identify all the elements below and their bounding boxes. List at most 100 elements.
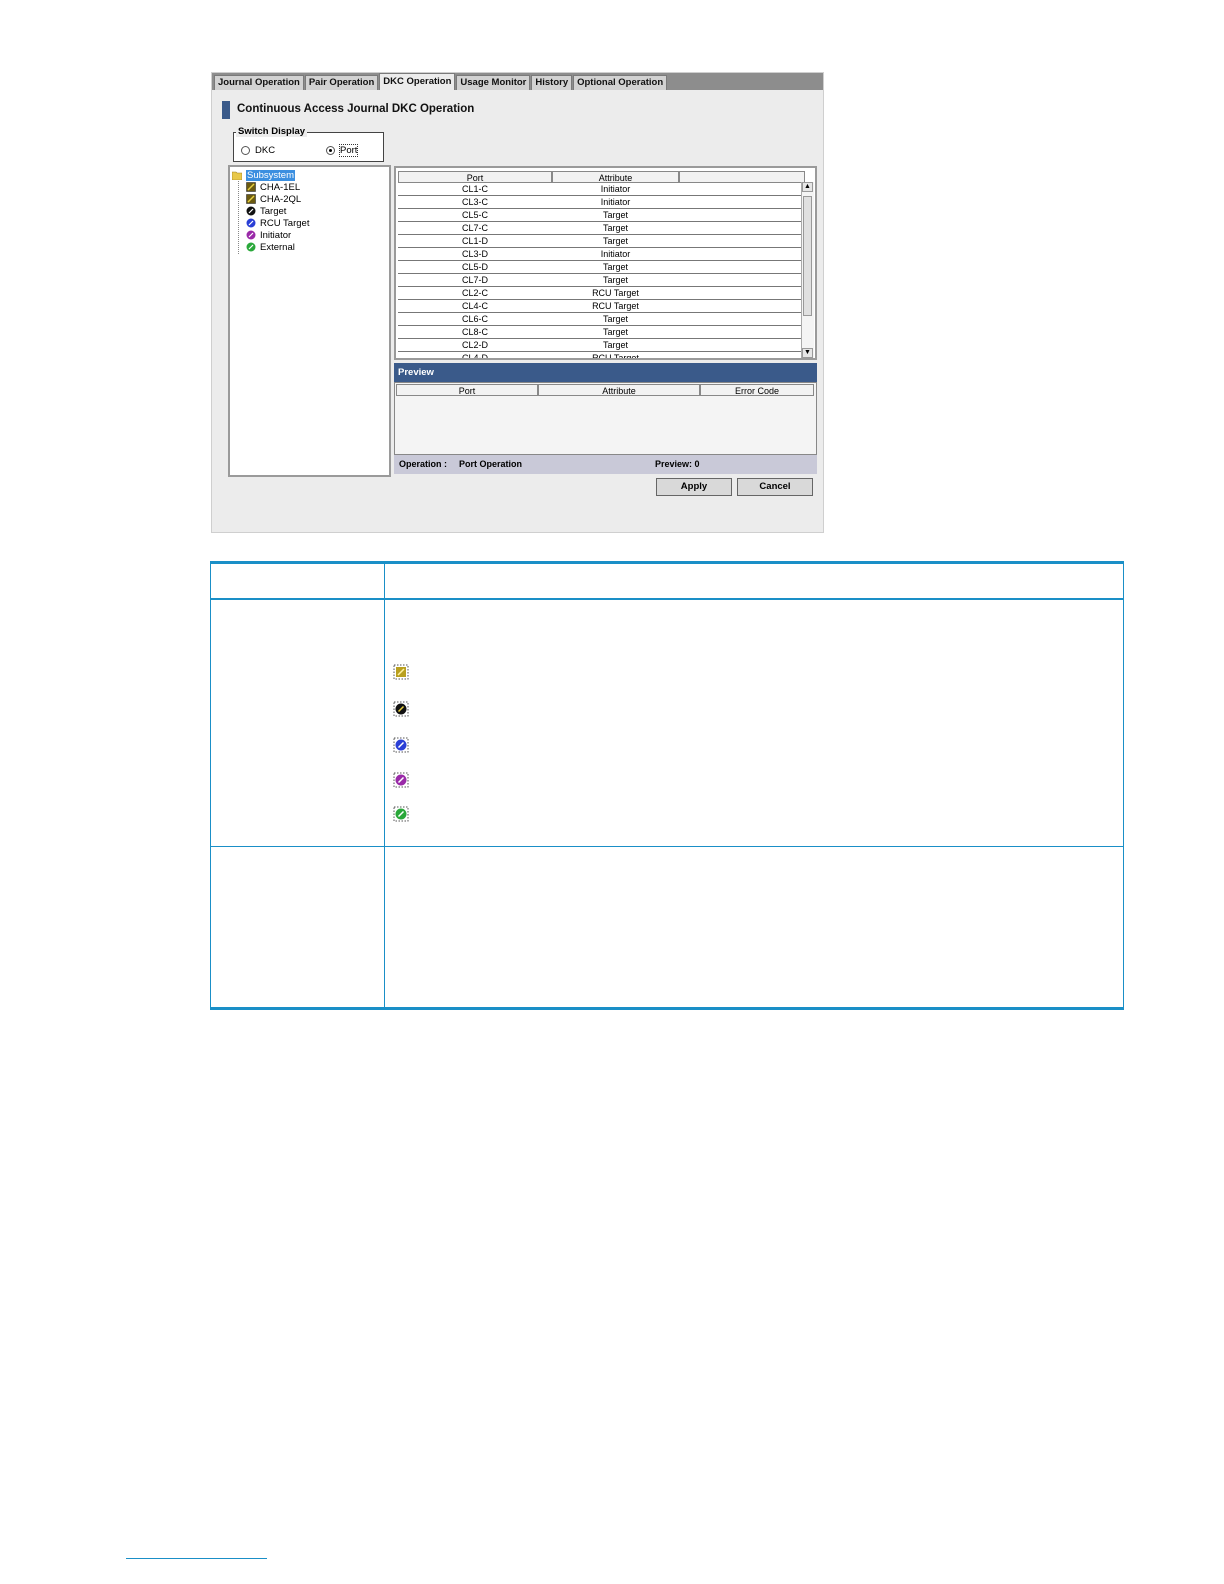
tree-item-label: CHA-2QL [260, 193, 302, 205]
scroll-up-icon[interactable]: ▲ [802, 182, 813, 192]
table-row[interactable]: CL2-C RCU Target [398, 287, 802, 300]
tree-item-label: External [260, 241, 295, 253]
tab-usage-monitor[interactable]: Usage Monitor [456, 75, 531, 90]
cell-port: CL7-C [461, 223, 488, 233]
preview-column-error-code[interactable]: Error Code [700, 384, 814, 396]
tab-bar: Journal Operation Pair Operation DKC Ope… [212, 73, 823, 90]
column-header-port[interactable]: Port [398, 171, 552, 183]
tree-item-external[interactable]: External [246, 241, 295, 253]
screenshot-window: Journal Operation Pair Operation DKC Ope… [211, 72, 824, 533]
tree-item-initiator[interactable]: Initiator [246, 229, 291, 241]
preview-column-port[interactable]: Port [396, 384, 538, 396]
radio-dkc-label: DKC [255, 145, 276, 156]
tree-item-subsystem[interactable]: Subsystem [232, 169, 295, 181]
tab-history[interactable]: History [531, 75, 573, 90]
cell-attribute: Target [602, 262, 628, 272]
table-top-rule [210, 561, 1124, 564]
cancel-button[interactable]: Cancel [737, 478, 813, 496]
apply-button[interactable]: Apply [656, 478, 732, 496]
tree-connector [238, 179, 239, 254]
external-port-icon [393, 806, 409, 822]
table-scrollbar[interactable]: ▲ ▼ [801, 182, 814, 358]
tree-item-cha-2ql[interactable]: CHA-2QL [246, 193, 301, 205]
radio-port[interactable]: Port [326, 144, 359, 157]
cell-attribute: RCU Target [592, 288, 639, 298]
target-port-icon [393, 701, 409, 717]
tree-item-label: RCU Target [260, 217, 310, 229]
cell-attribute: RCU Target [592, 353, 639, 360]
port-table: Port Attribute CL1-C Initiator CL3-C Ini… [394, 166, 817, 360]
tab-journal-operation[interactable]: Journal Operation [214, 75, 304, 90]
table-right-border [1123, 561, 1124, 1010]
cell-attribute: Target [602, 236, 628, 246]
tree-item-cha-1el[interactable]: CHA-1EL [246, 181, 300, 193]
table-row[interactable]: CL6-C Target [398, 313, 802, 326]
radio-port-indicator[interactable] [326, 146, 335, 155]
initiator-port-icon [393, 772, 409, 788]
cell-attribute: Target [602, 223, 628, 233]
table-row[interactable]: CL4-C RCU Target [398, 300, 802, 313]
operation-value: Port Operation [459, 459, 523, 469]
folder-icon [232, 171, 242, 180]
port-tree: Subsystem CHA-1EL CHA-2QL Target RCU Tar… [228, 165, 391, 477]
cell-attribute: Initiator [600, 184, 631, 194]
cell-port: CL5-C [461, 210, 488, 220]
tree-item-label: Initiator [260, 229, 292, 241]
rcu-target-port-icon [246, 218, 256, 228]
table-row[interactable]: CL5-C Target [398, 209, 802, 222]
cell-port: CL4-C [461, 301, 488, 311]
tab-pair-operation[interactable]: Pair Operation [304, 75, 379, 90]
tree-item-label: Subsystem [246, 169, 295, 181]
column-header-blank[interactable] [679, 171, 805, 183]
preview-count: Preview: 0 [655, 459, 700, 469]
cell-attribute: Target [602, 275, 628, 285]
cell-port: CL8-C [461, 327, 488, 337]
tab-dkc-operation[interactable]: DKC Operation [379, 73, 456, 90]
switch-display-legend: Switch Display [236, 126, 308, 137]
table-row[interactable]: CL3-D Initiator [398, 248, 802, 261]
tree-item-label: Target [260, 205, 287, 217]
cell-port: CL2-D [461, 340, 488, 350]
cell-attribute: Target [602, 314, 628, 324]
tab-optional-operation[interactable]: Optional Operation [573, 75, 668, 90]
cell-port: CL6-C [461, 314, 488, 324]
switch-display-group: Switch Display DKC Port [233, 126, 384, 162]
operation-label: Operation : [399, 459, 448, 469]
cha-board-icon [246, 182, 256, 192]
table-column-divider [384, 561, 385, 1010]
tree-item-rcu-target[interactable]: RCU Target [246, 217, 309, 229]
tree-item-target[interactable]: Target [246, 205, 286, 217]
table-row[interactable]: CL1-D Target [398, 235, 802, 248]
cell-port: CL4-D [461, 353, 488, 360]
table-row-divider [210, 846, 1124, 847]
column-header-attribute[interactable]: Attribute [552, 171, 679, 183]
table-row[interactable]: CL2-D Target [398, 339, 802, 352]
table-header-rule [210, 598, 1124, 600]
table-row[interactable]: CL7-D Target [398, 274, 802, 287]
cell-attribute: Target [602, 210, 628, 220]
table-row[interactable]: CL7-C Target [398, 222, 802, 235]
table-row[interactable]: CL5-D Target [398, 261, 802, 274]
cell-attribute: RCU Target [592, 301, 639, 311]
cell-port: CL3-D [461, 249, 488, 259]
cha-board-icon [246, 194, 256, 204]
table-row[interactable]: CL4-D RCU Target [398, 352, 802, 360]
radio-dkc[interactable]: DKC [241, 145, 275, 156]
scroll-down-icon[interactable]: ▼ [802, 348, 813, 358]
table-left-border [210, 561, 211, 1010]
radio-dkc-indicator[interactable] [241, 146, 250, 155]
table-row[interactable]: CL1-C Initiator [398, 183, 802, 196]
cell-port: CL3-C [461, 197, 488, 207]
radio-port-label: Port [338, 144, 359, 157]
title-marker [222, 101, 230, 119]
table-row[interactable]: CL3-C Initiator [398, 196, 802, 209]
scroll-thumb[interactable] [803, 196, 812, 316]
cell-port: CL1-C [461, 184, 488, 194]
icon-description-table [210, 561, 1124, 1010]
cha-board-icon [393, 664, 409, 680]
table-row[interactable]: CL8-C Target [398, 326, 802, 339]
cell-port: CL1-D [461, 236, 488, 246]
preview-column-attribute[interactable]: Attribute [538, 384, 700, 396]
cell-attribute: Target [602, 340, 628, 350]
tree-item-label: CHA-1EL [260, 181, 301, 193]
